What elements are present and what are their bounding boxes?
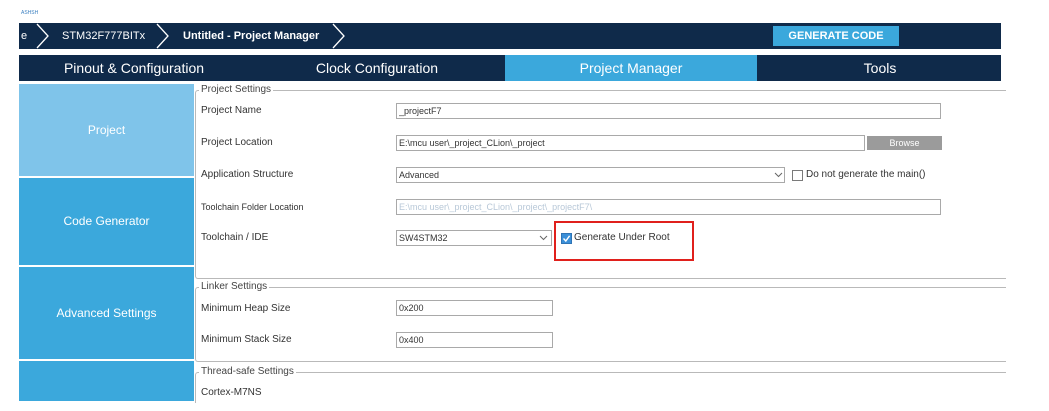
toolchain-folder-label: Toolchain Folder Location <box>201 202 304 212</box>
main-tab-bar: Pinout & Configuration Clock Configurati… <box>19 55 1001 81</box>
generate-code-button[interactable]: GENERATE CODE <box>773 26 899 46</box>
min-heap-size-label: Minimum Heap Size <box>201 303 291 314</box>
chevron-right-icon <box>156 23 169 49</box>
application-structure-value: Advanced <box>399 170 440 180</box>
application-structure-select[interactable]: Advanced <box>396 167 785 183</box>
chevron-down-icon <box>774 172 783 178</box>
project-location-input[interactable] <box>396 135 865 151</box>
tab-tools[interactable]: Tools <box>759 55 1001 81</box>
chevron-down-icon <box>539 235 548 241</box>
linker-settings-group <box>195 287 1006 362</box>
tab-clock-configuration[interactable]: Clock Configuration <box>251 55 503 81</box>
breadcrumb-home[interactable]: e <box>21 23 27 49</box>
chevron-right-icon <box>36 23 49 49</box>
do-not-generate-main-label: Do not generate the main() <box>806 169 926 180</box>
project-name-input[interactable] <box>396 103 941 119</box>
thread-safe-settings-title: Thread-safe Settings <box>199 366 296 378</box>
highlight-box <box>554 221 694 261</box>
project-location-label: Project Location <box>201 137 273 148</box>
toolchain-ide-label: Toolchain / IDE <box>201 232 269 243</box>
toolchain-folder-input <box>396 199 941 215</box>
min-heap-size-input[interactable] <box>396 300 553 316</box>
min-stack-size-input[interactable] <box>396 332 553 348</box>
chevron-right-icon <box>332 23 345 49</box>
sidebar-filler <box>19 361 194 401</box>
sidebar-item-code-generator[interactable]: Code Generator <box>19 178 194 265</box>
application-structure-label: Application Structure <box>201 169 294 180</box>
linker-settings-title: Linker Settings <box>199 281 270 293</box>
breadcrumb-mcu[interactable]: STM32F777BITx <box>62 23 145 49</box>
tab-project-manager[interactable]: Project Manager <box>505 55 757 81</box>
breadcrumb-project[interactable]: Untitled - Project Manager <box>183 23 319 49</box>
toolchain-ide-select[interactable]: SW4STM32 <box>396 230 552 246</box>
sidebar-item-advanced-settings[interactable]: Advanced Settings <box>19 267 194 359</box>
thread-safe-settings-group <box>195 372 1006 403</box>
sidebar-item-project[interactable]: Project <box>19 84 194 176</box>
project-name-label: Project Name <box>201 105 262 116</box>
tab-pinout-configuration[interactable]: Pinout & Configuration <box>19 55 249 81</box>
cortex-m7ns-label: Cortex-M7NS <box>201 387 262 398</box>
browse-button[interactable]: Browse <box>867 136 942 150</box>
toolchain-ide-value: SW4STM32 <box>399 233 448 243</box>
min-stack-size-label: Minimum Stack Size <box>201 334 292 345</box>
do-not-generate-main-checkbox[interactable] <box>792 170 803 181</box>
project-settings-title: Project Settings <box>199 84 274 96</box>
title-hint: ASHSH <box>21 10 39 16</box>
